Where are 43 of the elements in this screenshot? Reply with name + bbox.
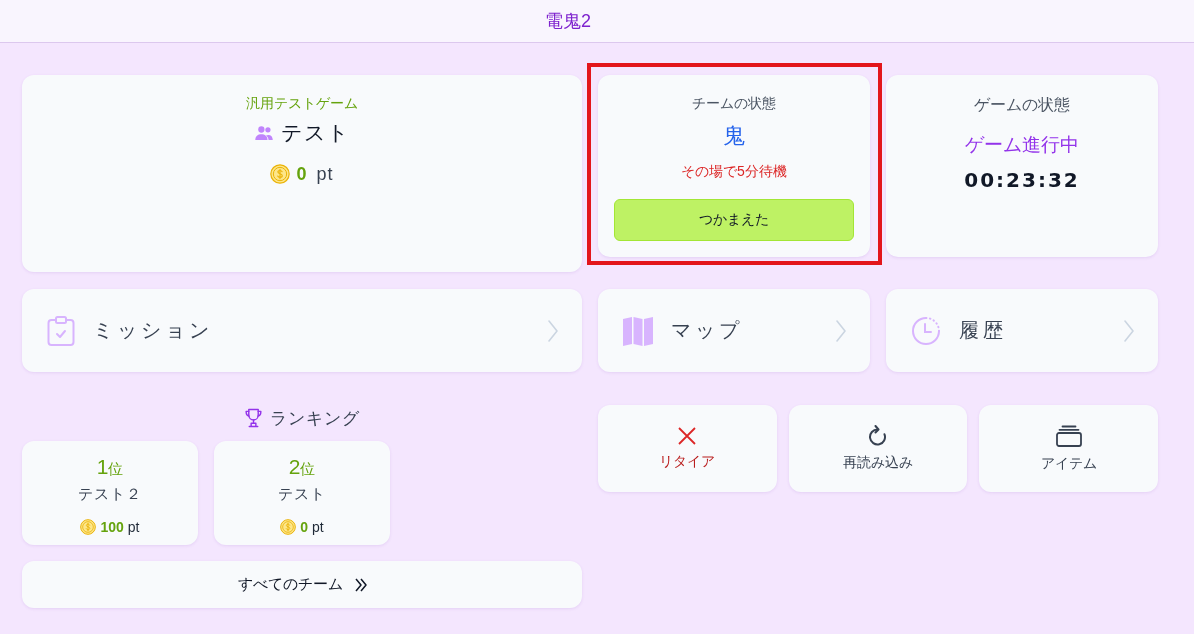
points-unit: pt xyxy=(316,163,334,186)
instruction-text: その場で5分待機 xyxy=(681,162,787,181)
points-unit: pt xyxy=(127,518,140,537)
ranking-team-name: テスト xyxy=(278,484,326,504)
ranking-team-name: テスト２ xyxy=(78,484,142,504)
chevron-right-icon xyxy=(548,319,558,342)
clock-icon xyxy=(911,315,941,346)
close-icon xyxy=(678,426,697,445)
points-value: 100 xyxy=(100,518,124,537)
map-icon xyxy=(623,315,653,346)
coin-icon xyxy=(270,164,291,184)
trophy-icon xyxy=(244,408,262,428)
action-button[interactable]: アイテム xyxy=(979,405,1158,492)
rank-label: 2位 xyxy=(288,454,316,480)
nav-link[interactable]: ミッション xyxy=(22,289,582,372)
nav-link[interactable]: マップ xyxy=(598,289,870,372)
reload-icon xyxy=(868,425,888,446)
action-button[interactable]: 再読み込み xyxy=(788,405,968,492)
chevron-right-icon xyxy=(836,319,846,342)
coin-icon xyxy=(280,519,297,535)
chevron-right-icon xyxy=(1124,319,1134,342)
points-value: 0 xyxy=(300,518,309,537)
team-name: テスト xyxy=(280,120,350,146)
nav-link[interactable]: 履歴 xyxy=(886,289,1158,372)
points-unit: pt xyxy=(312,518,324,537)
team-status-heading: チームの状態 xyxy=(692,94,776,113)
game-status-heading: ゲームの状態 xyxy=(974,95,1070,115)
rank-label: 1位 xyxy=(96,454,124,480)
team-role: 鬼 xyxy=(723,122,745,150)
elapsed-time: 00:23:32 xyxy=(964,167,1080,194)
coin-icon xyxy=(80,519,97,535)
stack-icon xyxy=(1055,424,1082,447)
double-chevron-icon xyxy=(354,577,367,592)
all-teams-button[interactable]: すべてのチーム xyxy=(22,561,582,608)
people-icon xyxy=(254,126,273,140)
ranking-title: ランキング xyxy=(269,407,360,430)
game-state: ゲーム進行中 xyxy=(965,133,1079,157)
game-name: 汎用テストゲーム xyxy=(246,94,358,113)
action-button[interactable]: リタイア xyxy=(598,405,777,492)
points-value: 0 xyxy=(296,163,307,186)
caught-button[interactable]: つかまえた xyxy=(614,199,854,241)
clipboard-check-icon xyxy=(47,315,75,346)
app-title: 電鬼2 xyxy=(545,10,591,33)
